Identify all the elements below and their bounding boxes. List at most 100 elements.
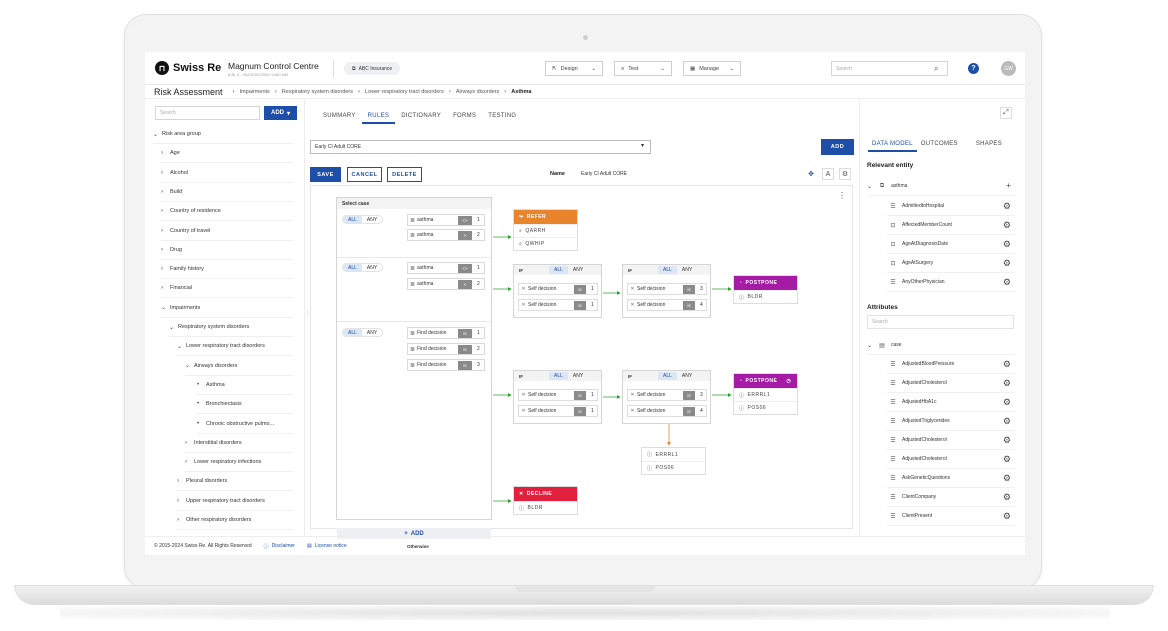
tree-item[interactable]: › Build	[161, 183, 293, 202]
tree-item[interactable]: › Financial	[161, 279, 293, 299]
gear-icon[interactable]: ⚙	[1003, 258, 1011, 269]
all-option[interactable]: ALL	[343, 264, 362, 271]
all-option[interactable]: ALL	[343, 329, 362, 336]
attribute-item[interactable]: ☰ ClientCompany ⚙	[887, 488, 1015, 507]
attribute-item[interactable]: ☰ AdjustedBloodPressure ⚙	[887, 355, 1015, 374]
entity-item[interactable]: ⊡ AgeAtSurgery ⚙	[887, 254, 1015, 273]
condition-row[interactable]: ≣ Find decision is 2	[407, 343, 485, 355]
tab-summary[interactable]: SUMMARY	[317, 110, 362, 124]
attribute-item[interactable]: ☰ AdjustedCholesterol ⚙	[887, 374, 1015, 393]
tree-add-button[interactable]: ADD ▾	[264, 106, 297, 120]
design-menu[interactable]: ⇱ Design ⌄	[545, 61, 603, 76]
chevron-down-icon[interactable]: ⌄	[153, 131, 162, 138]
operator-badge[interactable]: is	[574, 285, 586, 294]
if-condition-row[interactable]: ✕ Self decision is 3	[627, 389, 707, 401]
tree-item[interactable]: ⌄ Respiratory system disorders	[169, 318, 293, 337]
settings-icon[interactable]: ⚙	[839, 168, 851, 180]
gear-icon[interactable]: ⚙	[1003, 397, 1011, 408]
chevron-right-icon[interactable]: ›	[177, 517, 186, 523]
chevron-right-icon[interactable]: ›	[161, 266, 170, 272]
tab-forms[interactable]: FORMS	[447, 110, 482, 124]
operator-badge[interactable]: is	[683, 301, 695, 310]
tree-search-input[interactable]: Search	[155, 106, 260, 120]
if-block[interactable]: IF ALL ANY ✕ Self decision is 1 ✕ Self decisi…	[513, 370, 602, 424]
condition-row[interactable]: ≣ Find decision is 3	[407, 359, 485, 371]
any-option[interactable]: ANY	[568, 372, 588, 380]
gear-icon[interactable]: ⚙	[1003, 492, 1011, 503]
search-icon[interactable]: ⌕	[934, 64, 938, 74]
entity-item[interactable]: ☰ AdmittedtoHospital ⚙	[887, 197, 1015, 216]
chevron-right-icon[interactable]: ›	[161, 208, 170, 214]
all-any-toggle[interactable]: ALL ANY	[658, 372, 697, 380]
if-block[interactable]: IF ALL ANY ✕ Self decision is 3 ✕ Self decisi…	[622, 370, 711, 424]
all-any-toggle[interactable]: ALL ANY	[342, 263, 384, 272]
test-menu[interactable]: ≡ Test ⌄	[614, 61, 672, 76]
breadcrumb-item[interactable]: Respiratory system disorders	[282, 89, 353, 95]
operator-badge[interactable]: <>	[458, 216, 472, 225]
attribute-search-input[interactable]: Search	[867, 315, 1014, 329]
gear-icon[interactable]: ⚙	[1003, 435, 1011, 446]
tree-item[interactable]: › Drug	[161, 241, 293, 260]
text-format-icon[interactable]: A	[822, 168, 834, 180]
gear-icon[interactable]: ⚙	[1003, 511, 1011, 522]
tab-testing[interactable]: TESTING	[482, 110, 522, 124]
close-icon[interactable]: ✕	[628, 286, 637, 292]
tree-item[interactable]: › Age	[161, 144, 293, 164]
all-option[interactable]: ALL	[343, 216, 362, 223]
all-option[interactable]: ALL	[549, 372, 568, 380]
all-any-toggle[interactable]: ALL ANY	[658, 266, 697, 274]
condition-row[interactable]: ≣ asthma <> 1	[407, 262, 485, 274]
entity-item[interactable]: ⊡ AffectedMemberCount ⚙	[887, 216, 1015, 235]
entity-item[interactable]: ⊡ AgeAtDiagnosisDate ⚙	[887, 235, 1015, 254]
gear-icon[interactable]: ⚙	[1003, 473, 1011, 484]
bullet-icon[interactable]: •	[197, 421, 206, 427]
move-icon[interactable]: ✥	[805, 168, 817, 180]
chevron-down-icon[interactable]: ⌄	[169, 324, 178, 331]
gear-icon[interactable]: ⚙	[1003, 201, 1011, 212]
operator-badge[interactable]: is	[574, 391, 586, 400]
operator-badge[interactable]: is	[458, 329, 472, 338]
gear-icon[interactable]: ⚙	[1003, 378, 1011, 389]
breadcrumb-item[interactable]: Airways disorders	[456, 89, 499, 95]
gear-icon[interactable]: ⚙	[1003, 277, 1011, 288]
attribute-item[interactable]: ☰ AdjustedCholesterol ⚙	[887, 450, 1015, 469]
if-condition-row[interactable]: ✕ Self decision is 4	[627, 405, 707, 417]
outcome-card[interactable]: ⓘ ERRRL1 ⓘ POS06	[641, 447, 706, 475]
chevron-right-icon[interactable]: ›	[177, 478, 186, 484]
decline-outcome[interactable]: ✕ DECLINE ⓘ BLDR	[513, 486, 578, 515]
attribute-root[interactable]: ⌄ ▤ case	[867, 336, 1015, 355]
tree-item[interactable]: ⌄ Risk area group	[153, 125, 293, 144]
tab-dictionary[interactable]: DICTIONARY	[395, 110, 447, 124]
operator-badge[interactable]: is	[683, 391, 695, 400]
any-option[interactable]: ANY	[362, 264, 382, 271]
chevron-right-icon[interactable]: ›	[161, 247, 170, 253]
chevron-down-icon[interactable]: ⌄	[177, 343, 186, 350]
entity-item[interactable]: ☰ AnyOtherPhysician ⚙	[887, 273, 1015, 292]
tree-item[interactable]: › Other respiratory disorders	[177, 511, 293, 530]
operator-badge[interactable]: <>	[458, 264, 472, 273]
cancel-button[interactable]: CANCEL	[347, 167, 382, 182]
if-block[interactable]: IF ALL ANY ✕ Self decision is 1 ✕ Self decisi…	[513, 264, 602, 318]
if-condition-row[interactable]: ✕ Self decision is 1	[518, 283, 598, 295]
gear-icon[interactable]: ⚙	[1003, 239, 1011, 250]
tree-item[interactable]: › Upper respiratory tract disorders	[177, 492, 293, 511]
add-ruleset-button[interactable]: ADD	[821, 139, 854, 155]
license-link[interactable]: ▤ License notice	[307, 543, 347, 549]
tree-item[interactable]: › Interstitial disorders	[185, 434, 293, 453]
chevron-down-icon[interactable]: ⌄	[185, 362, 194, 369]
condition-row[interactable]: ≣ Find decision is 1	[407, 327, 485, 339]
close-icon[interactable]: ✕	[519, 286, 528, 292]
tree-item[interactable]: • Asthma	[197, 376, 293, 395]
if-condition-row[interactable]: ✕ Self decision is 3	[627, 283, 707, 295]
if-condition-row[interactable]: ✕ Self decision is 4	[627, 299, 707, 311]
if-block[interactable]: IF ALL ANY ✕ Self decision is 3 ✕ Self decisi…	[622, 264, 711, 318]
any-option[interactable]: ANY	[362, 329, 382, 336]
condition-row[interactable]: ≣ asthma <> 1	[407, 214, 485, 226]
gear-icon[interactable]: ⚙	[1003, 416, 1011, 427]
ruleset-select[interactable]: Early CI Adult CORE	[310, 140, 651, 154]
tree-item[interactable]: ⌄ Impairments	[161, 299, 293, 318]
tree-item[interactable]: • Chronic obstructive pulmo...	[197, 415, 293, 434]
condition-row[interactable]: ≣ asthma < 2	[407, 278, 485, 290]
chevron-right-icon[interactable]: ›	[185, 440, 194, 446]
all-any-toggle[interactable]: ALL ANY	[549, 266, 588, 274]
